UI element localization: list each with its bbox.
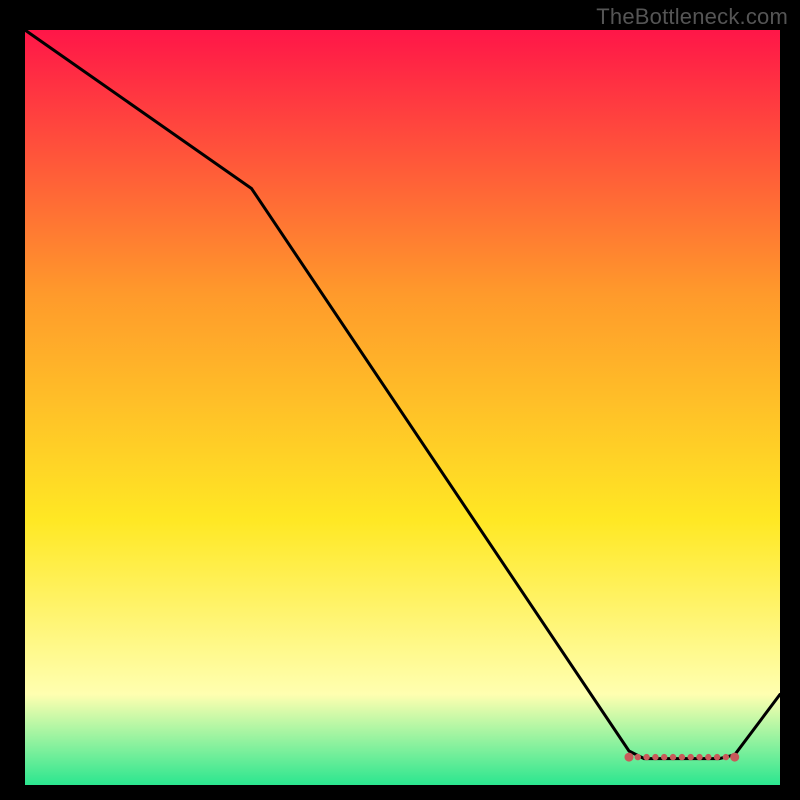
chart-container: TheBottleneck.com: [0, 0, 800, 800]
marker-dot: [643, 754, 649, 760]
marker-dot: [730, 753, 739, 762]
chart-svg: [25, 30, 780, 785]
marker-dot: [696, 754, 702, 760]
marker-dot: [661, 754, 667, 760]
plot-area: [25, 30, 780, 785]
attribution-text: TheBottleneck.com: [596, 4, 788, 30]
marker-dot: [625, 753, 634, 762]
marker-dot: [679, 754, 685, 760]
marker-dot: [652, 754, 658, 760]
marker-dot: [635, 754, 641, 760]
marker-dot: [705, 754, 711, 760]
marker-dot: [670, 754, 676, 760]
marker-dot: [688, 754, 694, 760]
gradient-background: [25, 30, 780, 785]
marker-dot: [714, 754, 720, 760]
marker-dot: [723, 754, 729, 760]
